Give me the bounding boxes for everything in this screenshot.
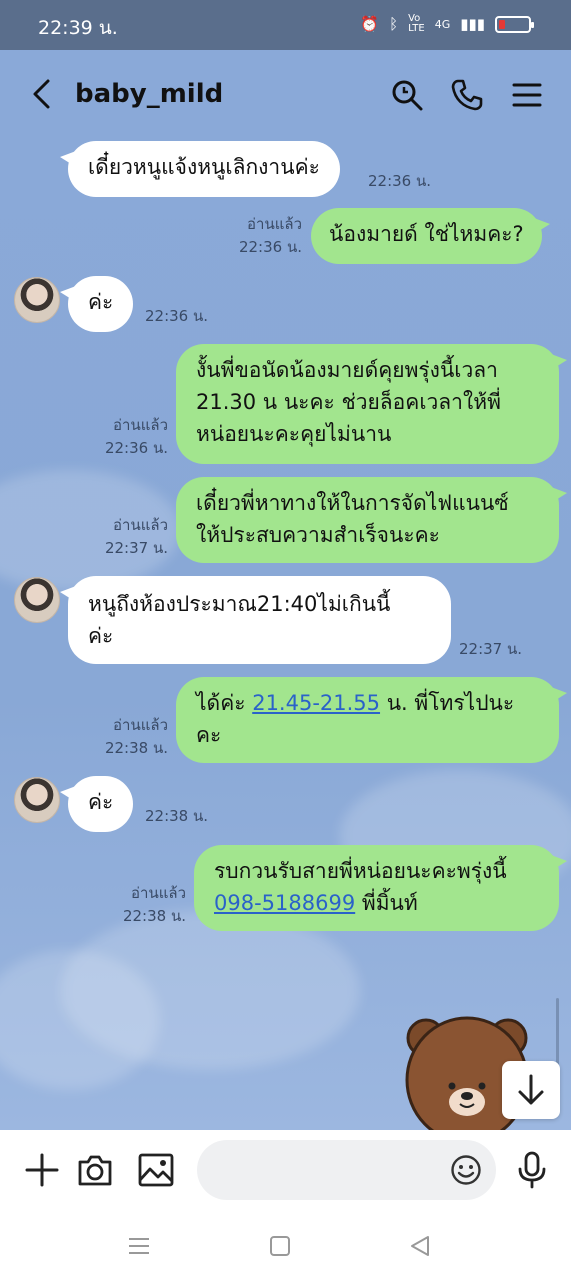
status-bar: 22:39 น. ⏰ ᛒ Vo LTE 4G ▮▮▮: [0, 0, 571, 50]
read-receipt: อ่านแล้ว: [131, 884, 186, 902]
message-time: 22:36 น.: [104, 439, 168, 457]
message-time: 22:36 น.: [368, 172, 432, 190]
message-time: 22:37 น.: [459, 640, 523, 658]
message-text-line: 098-5188699 พี่มิ้นท์: [214, 887, 539, 919]
contact-avatar[interactable]: [14, 777, 60, 823]
message-text: น้องมายด์ ใช่ไหมคะ?: [329, 222, 524, 246]
plus-icon[interactable]: [22, 1150, 62, 1190]
scrollbar[interactable]: [556, 998, 559, 1068]
message-input-bar: [0, 1130, 571, 1212]
message-bubble-incoming[interactable]: เดี๋ยวหนูแจ้งหนูเลิกงานค่ะ: [60, 141, 340, 197]
contact-name: baby_mild: [75, 79, 224, 109]
message-text-line: ได้ค่ะ 21.45-21.55 น. พี่โทรไปนะ: [196, 687, 539, 719]
status-icons: ⏰ ᛒ Vo LTE 4G ▮▮▮: [360, 13, 534, 34]
message-time: 22:38 น.: [104, 739, 168, 757]
message-time: 22:38 น.: [145, 807, 209, 825]
message-text: ค่ะ: [88, 290, 114, 314]
message-bubble-outgoing[interactable]: ได้ค่ะ 21.45-21.55 น. พี่โทรไปนะ คะ: [176, 677, 567, 763]
system-nav-bar: [0, 1212, 571, 1280]
home-icon[interactable]: [268, 1234, 292, 1258]
message-bubble-incoming[interactable]: ค่ะ: [59, 776, 134, 832]
battery-icon: [495, 15, 534, 33]
message-text-line: เดี๋ยวพี่หาทางให้ในการจัดไฟแนนซ์: [196, 491, 509, 515]
back-nav-icon[interactable]: [408, 1234, 432, 1258]
image-icon[interactable]: [136, 1150, 176, 1190]
network-label: 4G: [434, 17, 451, 31]
message-time: 22:36 น.: [145, 307, 209, 325]
phone-icon[interactable]: [450, 78, 484, 112]
back-arrow-icon[interactable]: [28, 78, 56, 110]
read-receipt: อ่านแล้ว: [113, 516, 168, 534]
chat-header: baby_mild: [0, 50, 571, 138]
status-time: 22:39 น.: [38, 17, 118, 39]
camera-icon[interactable]: [75, 1150, 115, 1190]
message-text-line: ค่ะ: [88, 624, 114, 648]
message-text: น. พี่โทรไปนะ: [380, 691, 515, 715]
message-time: 22:37 น.: [104, 539, 168, 557]
message-text-line: คะ: [196, 723, 222, 747]
message-text: ค่ะ: [88, 790, 114, 814]
message-bubble-outgoing[interactable]: รบกวนรับสายพี่หน่อยนะคะพรุ่งนี้ 098-5188…: [194, 845, 567, 931]
menu-icon[interactable]: [510, 78, 544, 112]
contact-avatar[interactable]: [14, 577, 60, 623]
time-range-link[interactable]: 21.45-21.55: [252, 691, 380, 715]
phone-number-link[interactable]: 098-5188699: [214, 891, 355, 915]
message-text-line: งั้นพี่ขอนัดน้องมายด์คุยพรุ่งนี้เวลา: [196, 358, 498, 382]
message-text: เดี๋ยวหนูแจ้งหนูเลิกงานค่ะ: [88, 155, 320, 179]
message-bubble-outgoing[interactable]: เดี๋ยวพี่หาทางให้ในการจัดไฟแนนซ์ ให้ประส…: [176, 477, 567, 563]
message-text: ได้ค่ะ: [196, 691, 253, 715]
message-bubble-outgoing[interactable]: น้องมายด์ ใช่ไหมคะ?: [311, 208, 550, 264]
alarm-icon: ⏰: [360, 15, 380, 33]
contact-avatar[interactable]: [14, 277, 60, 323]
emoji-icon[interactable]: [450, 1154, 482, 1186]
message-text: พี่มิ้นท์: [355, 891, 418, 915]
message-time: 22:36 น.: [238, 238, 302, 256]
microphone-icon[interactable]: [512, 1150, 552, 1190]
message-text-line: หน่อยนะคะคุยไม่นาน: [196, 422, 392, 446]
message-bubble-incoming[interactable]: ค่ะ: [59, 276, 134, 332]
read-receipt: อ่านแล้ว: [247, 215, 302, 233]
read-receipt: อ่านแล้ว: [113, 716, 168, 734]
message-input[interactable]: [197, 1140, 496, 1200]
message-time: 22:38 น.: [122, 907, 186, 925]
arrow-down-icon: [518, 1074, 544, 1105]
recent-apps-icon[interactable]: [127, 1234, 151, 1258]
signal-icon: ▮▮▮: [460, 15, 485, 33]
message-text-line: หนูถึงห้องประมาณ21:40ไม่เกินนี้: [88, 592, 391, 616]
message-text-line: ให้ประสบความสำเร็จนะคะ: [196, 523, 440, 547]
search-icon[interactable]: [390, 78, 424, 112]
message-bubble-incoming[interactable]: หนูถึงห้องประมาณ21:40ไม่เกินนี้ ค่ะ: [60, 576, 451, 664]
message-bubble-outgoing[interactable]: งั้นพี่ขอนัดน้องมายด์คุยพรุ่งนี้เวลา 21.…: [176, 344, 567, 464]
volte-icon: Vo LTE: [408, 13, 425, 34]
message-text-line: 21.30 น นะคะ ช่วยล็อคเวลาให้พี่: [196, 390, 501, 414]
scroll-to-bottom-button[interactable]: [502, 1061, 560, 1119]
read-receipt: อ่านแล้ว: [113, 416, 168, 434]
bluetooth-icon: ᛒ: [389, 15, 399, 33]
message-text-line: รบกวนรับสายพี่หน่อยนะคะพรุ่งนี้: [214, 859, 507, 883]
